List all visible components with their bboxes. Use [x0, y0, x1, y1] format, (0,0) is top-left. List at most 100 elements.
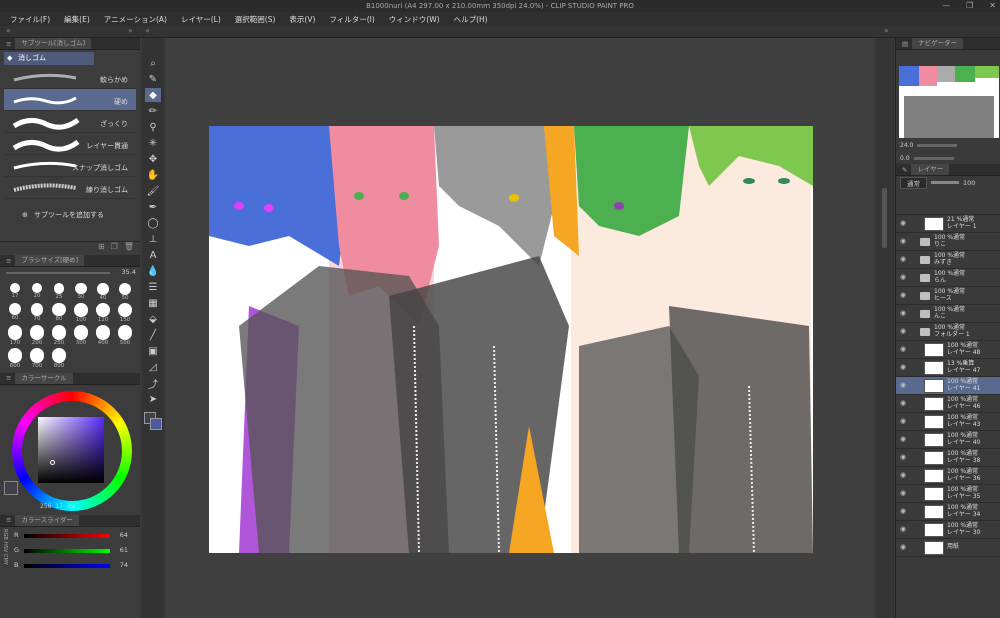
- hatch-tool-icon[interactable]: ☰: [145, 280, 161, 294]
- layer-folder-row[interactable]: ◉ 100 %通常 みずき: [896, 251, 1000, 269]
- visibility-eye-icon[interactable]: ◉: [896, 472, 910, 479]
- r-slider[interactable]: [24, 533, 110, 538]
- layer-row[interactable]: ◉ 100 %通常 レイヤー 40: [896, 431, 1000, 449]
- brushsize-preset[interactable]: 400: [94, 325, 112, 346]
- correct-tool-icon[interactable]: ⤴: [145, 376, 161, 391]
- brushsize-preset[interactable]: 60: [6, 303, 24, 323]
- visibility-eye-icon[interactable]: ◉: [896, 364, 910, 371]
- toolbar-collapse-icon[interactable]: «: [145, 26, 150, 35]
- scrollbar-thumb[interactable]: [882, 188, 887, 248]
- subtool-item-layer-through[interactable]: レイヤー貫通: [4, 133, 136, 155]
- artwork-canvas[interactable]: [209, 126, 813, 553]
- color-swatches[interactable]: [144, 412, 162, 430]
- maximize-icon[interactable]: ❐: [966, 0, 973, 12]
- subtool-settings-icon[interactable]: ⊞: [98, 242, 105, 255]
- layer-row[interactable]: ◉ 100 %通常 レイヤー 48: [896, 341, 1000, 359]
- brushsize-preset[interactable]: 20: [28, 283, 46, 301]
- canvas-area[interactable]: [166, 38, 874, 618]
- select-arrow-icon[interactable]: ➤: [145, 392, 161, 406]
- sparkle-tool-icon[interactable]: ✳: [145, 136, 161, 150]
- brushsize-preset[interactable]: 300: [72, 325, 90, 346]
- layer-folder-row[interactable]: ◉ 100 %通常 りこ: [896, 233, 1000, 251]
- zoom-tool-icon[interactable]: ⌕: [145, 56, 161, 70]
- menu-animation[interactable]: アニメーション(A): [104, 14, 167, 25]
- menu-view[interactable]: 表示(V): [289, 14, 315, 25]
- brushsize-preset[interactable]: 150: [116, 303, 134, 323]
- subtool-item-kneaded[interactable]: 練り消しゴム: [4, 177, 136, 199]
- color-circle[interactable]: 256 17 29: [0, 385, 140, 515]
- subtool-item-soft[interactable]: 軟らかめ: [4, 67, 136, 89]
- visibility-eye-icon[interactable]: ◉: [896, 238, 910, 245]
- add-subtool-button[interactable]: ⊕ サブツールを追加する: [4, 205, 136, 225]
- line-tool-icon[interactable]: ╱: [145, 328, 161, 342]
- grip-icon[interactable]: ≡: [6, 516, 11, 524]
- brushsize-preset[interactable]: 500: [116, 325, 134, 346]
- layer-folder-row[interactable]: ◉ 100 %通常 らん: [896, 269, 1000, 287]
- right-collapse-icon[interactable]: »: [884, 26, 889, 35]
- collapse-right-icon[interactable]: »: [128, 26, 133, 35]
- opacity-slider[interactable]: [931, 181, 959, 184]
- sv-square[interactable]: [38, 416, 104, 483]
- visibility-eye-icon[interactable]: ◉: [896, 220, 910, 227]
- layer-row[interactable]: ◉ 用紙: [896, 539, 1000, 557]
- navigator-thumbnail[interactable]: [899, 66, 999, 138]
- main-color-swatch[interactable]: [4, 480, 18, 495]
- nav-zoom-slider[interactable]: [917, 143, 958, 147]
- nav-zoom-value[interactable]: 24.0: [900, 142, 913, 149]
- gradient-tool-icon[interactable]: ▦: [145, 296, 161, 310]
- visibility-eye-icon[interactable]: ◉: [896, 490, 910, 497]
- visibility-eye-icon[interactable]: ◉: [896, 328, 910, 335]
- menu-window[interactable]: ウィンドウ(W): [389, 14, 440, 25]
- menu-filter[interactable]: フィルター(I): [329, 14, 374, 25]
- visibility-eye-icon[interactable]: ◉: [896, 508, 910, 515]
- layer-row[interactable]: ◉ 100 %通常 レイヤー 34: [896, 503, 1000, 521]
- layer-row[interactable]: ◉ 100 %通常 レイヤー 41: [896, 377, 1000, 395]
- visibility-eye-icon[interactable]: ◉: [896, 526, 910, 533]
- pencil-tool-icon[interactable]: ✏: [145, 104, 161, 118]
- stamp-tool-icon[interactable]: ⊥: [145, 232, 161, 246]
- brushsize-preset[interactable]: 120: [94, 303, 112, 323]
- ruler-tool-icon[interactable]: ◿: [145, 360, 161, 374]
- visibility-eye-icon[interactable]: ◉: [896, 544, 910, 551]
- brushsize-preset[interactable]: 170: [6, 325, 24, 346]
- airbrush-tool-icon[interactable]: ✒: [145, 200, 161, 214]
- layer-row[interactable]: ◉ 100 %通常 レイヤー 43: [896, 413, 1000, 431]
- close-icon[interactable]: ✕: [989, 0, 996, 12]
- grip-icon[interactable]: ≡: [6, 257, 11, 265]
- visibility-eye-icon[interactable]: ◉: [896, 436, 910, 443]
- brushsize-preset[interactable]: 50: [116, 283, 134, 301]
- layer-row[interactable]: ◉ 100 %通常 レイヤー 38: [896, 449, 1000, 467]
- trash-icon[interactable]: 🗑: [124, 242, 134, 255]
- layer-panel-title[interactable]: レイヤー: [911, 164, 950, 175]
- mode-tab-cmy[interactable]: CMY: [2, 554, 8, 565]
- sub-color-icon[interactable]: [150, 418, 162, 430]
- menu-help[interactable]: ヘルプ(H): [454, 14, 488, 25]
- canvas-scrollbar[interactable]: [876, 38, 894, 618]
- brushsize-preset[interactable]: 17: [6, 283, 24, 301]
- subtool-group[interactable]: ◆ 消しゴム: [4, 52, 94, 65]
- layer-row[interactable]: ◉ 100 %通常 レイヤー 35: [896, 485, 1000, 503]
- layer-row[interactable]: ◉ 100 %通常 レイヤー 46: [896, 395, 1000, 413]
- brushsize-preset[interactable]: 250: [50, 325, 68, 346]
- brushsize-preset[interactable]: 700: [28, 348, 46, 369]
- visibility-eye-icon[interactable]: ◉: [896, 310, 910, 317]
- menu-file[interactable]: ファイル(F): [10, 14, 50, 25]
- layer-folder-row[interactable]: ◉ 100 %通常 んこ: [896, 305, 1000, 323]
- hand-tool-icon[interactable]: ✋: [145, 168, 161, 182]
- g-slider[interactable]: [24, 548, 110, 553]
- mode-tab-hsv[interactable]: HSV: [2, 542, 8, 552]
- fill-tool-icon[interactable]: ⬙: [145, 312, 161, 326]
- pen-tool-icon[interactable]: ✎: [145, 72, 161, 86]
- visibility-eye-icon[interactable]: ◉: [896, 256, 910, 263]
- brushsize-preset[interactable]: 40: [94, 283, 112, 301]
- brushsize-slider[interactable]: 35.4: [0, 267, 140, 279]
- b-slider[interactable]: [24, 563, 110, 568]
- grip-icon[interactable]: ≡: [6, 40, 11, 48]
- text-tool-icon[interactable]: A: [145, 248, 161, 262]
- layer-property-icon[interactable]: ✎: [902, 166, 907, 174]
- nav-angle-slider[interactable]: [913, 156, 954, 160]
- visibility-eye-icon[interactable]: ◉: [896, 274, 910, 281]
- blend-mode-select[interactable]: 通常: [900, 176, 927, 189]
- frame-tool-icon[interactable]: ▣: [145, 344, 161, 358]
- brushsize-preset[interactable]: 800: [50, 348, 68, 369]
